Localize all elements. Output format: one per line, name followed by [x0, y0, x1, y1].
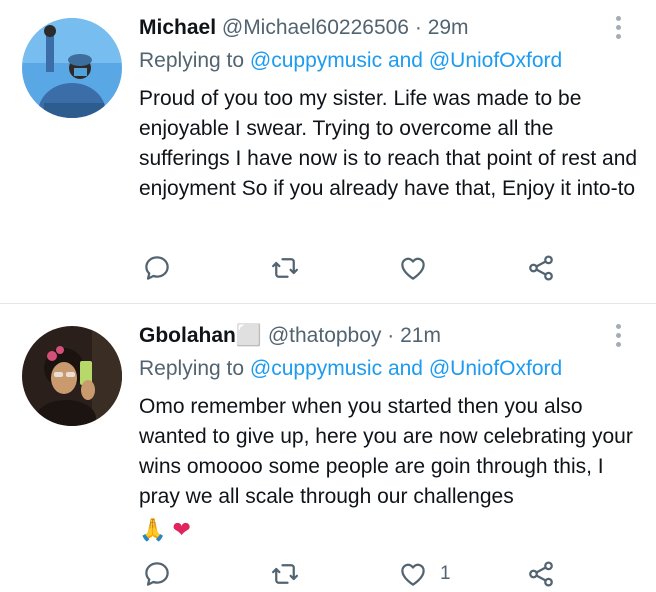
mention-link[interactable]: @cuppymusic — [250, 49, 382, 72]
replying-to-line: Replying to @cuppymusic and @UniofOxford — [139, 354, 562, 384]
retweet-icon — [272, 564, 298, 584]
replying-prefix: Replying to — [139, 357, 245, 380]
share-icon — [529, 255, 553, 281]
reply-icon — [145, 562, 169, 586]
share-button[interactable] — [526, 253, 556, 283]
more-vertical-icon[interactable] — [616, 16, 622, 42]
heart-icon — [401, 257, 425, 280]
tweet-text: Omo remember when you started then you a… — [139, 395, 633, 508]
mention-link[interactable]: @cuppymusic — [250, 357, 382, 380]
user-handle[interactable]: @Michael60226506 — [222, 16, 409, 39]
like-count: 1 — [440, 563, 451, 584]
display-name[interactable]: Michael — [139, 16, 216, 39]
retweet-button[interactable] — [270, 253, 300, 283]
tweet-body: Omo remember when you started then you a… — [139, 392, 649, 543]
avatar-photo — [22, 326, 122, 426]
tweet-card[interactable]: Gbolahan⬜ @thatopboy · 21m Replying to @… — [0, 304, 656, 592]
replying-prefix: Replying to — [139, 49, 245, 72]
avatar-photo — [22, 18, 122, 118]
like-button[interactable] — [398, 253, 440, 283]
separator-dot: · — [387, 324, 395, 347]
user-handle[interactable]: @thatopboy — [268, 324, 382, 347]
tweet-card[interactable]: Michael @Michael60226506 · 29m Replying … — [0, 0, 656, 304]
tweet-actions: 1 — [139, 559, 569, 589]
and-word[interactable]: and — [388, 49, 423, 72]
tweet-text: Proud of you too my sister. Life was mad… — [139, 87, 638, 200]
timestamp[interactable]: 29m — [428, 16, 469, 39]
share-button[interactable] — [526, 559, 556, 589]
avatar[interactable] — [22, 326, 122, 426]
mention-link[interactable]: @UniofOxford — [429, 49, 562, 72]
reply-icon — [145, 256, 169, 280]
replying-to-line: Replying to @cuppymusic and @UniofOxford — [139, 46, 562, 76]
tweet-header: Michael @Michael60226506 · 29m — [139, 14, 469, 42]
reply-button[interactable] — [142, 559, 172, 589]
avatar[interactable] — [22, 18, 122, 118]
tweet-header: Gbolahan⬜ @thatopboy · 21m — [139, 322, 441, 350]
emoji-line: 🙏 ❤ — [139, 516, 649, 543]
share-icon — [529, 561, 553, 587]
more-vertical-icon[interactable] — [616, 324, 622, 350]
tweet-actions — [139, 253, 569, 283]
and-word[interactable]: and — [388, 357, 423, 380]
reply-button[interactable] — [142, 253, 172, 283]
folded-hands-emoji: 🙏 — [139, 517, 167, 543]
red-heart-emoji: ❤ — [172, 517, 191, 543]
like-button[interactable]: 1 — [398, 559, 451, 589]
retweet-button[interactable] — [270, 559, 300, 589]
mention-link[interactable]: @UniofOxford — [429, 357, 562, 380]
separator-dot: · — [414, 16, 422, 39]
timestamp[interactable]: 21m — [400, 324, 441, 347]
display-name[interactable]: Gbolahan⬜ — [139, 324, 262, 347]
heart-icon — [401, 563, 425, 586]
retweet-icon — [272, 258, 298, 278]
